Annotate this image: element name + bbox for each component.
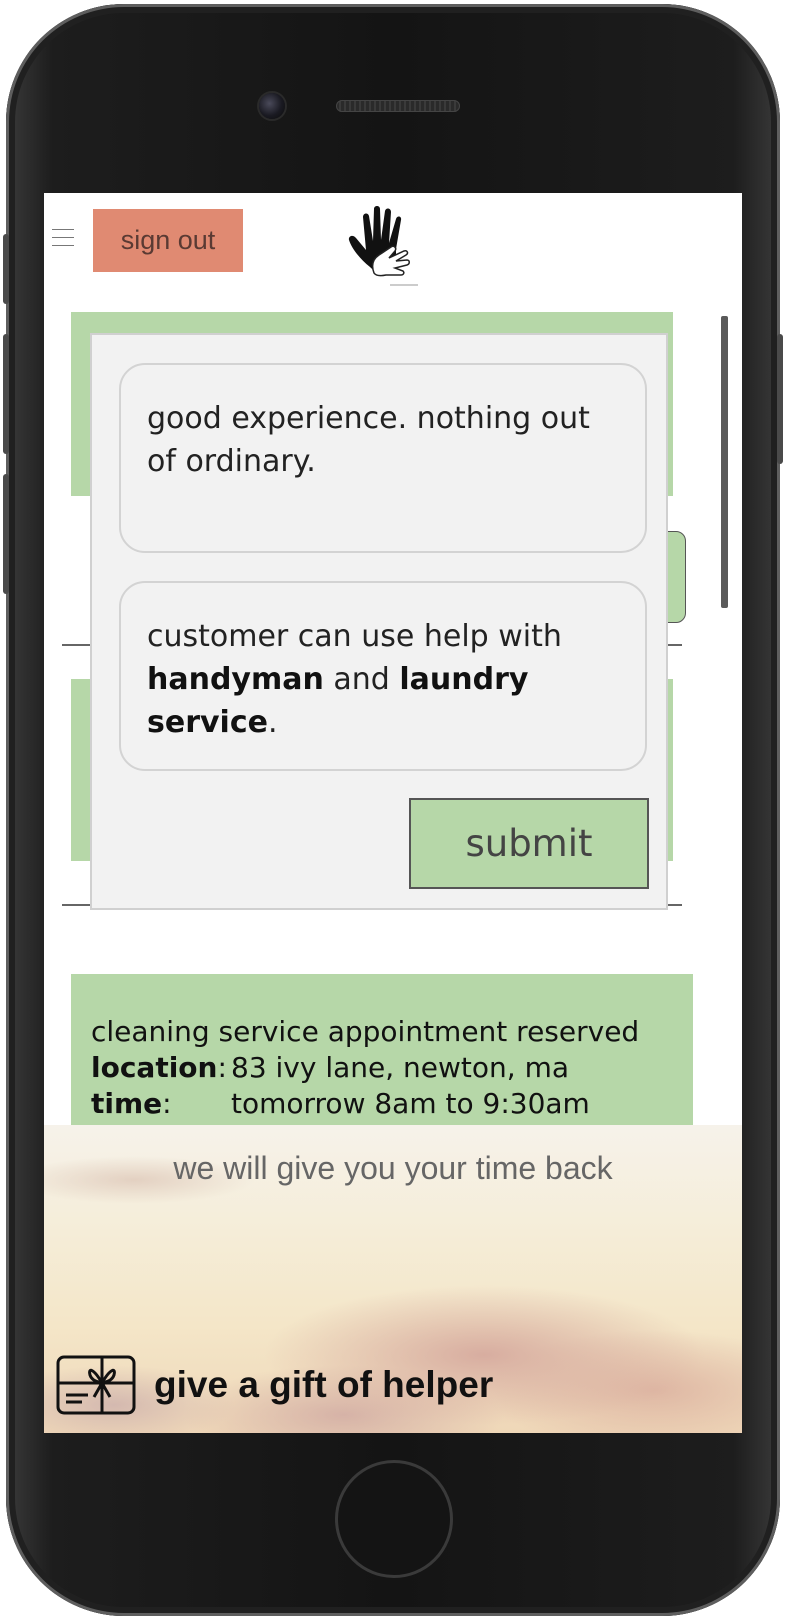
comment-textarea[interactable]: good experience. nothing out of ordinary… [119,363,647,553]
home-button[interactable] [335,1460,453,1578]
label-separator: : [162,1087,172,1120]
appointment-location-row: location: 83 ivy lane, newton, ma [91,1050,673,1086]
hands-logo-icon [348,206,418,286]
note-suffix: . [267,705,278,740]
time-value: tomorrow 8am to 9:30am [231,1087,590,1120]
side-button [3,474,9,594]
service-note-textarea[interactable]: customer can use help with handyman and … [119,581,647,771]
time-label: time [91,1087,163,1120]
location-label: location [91,1051,218,1084]
app-screen: sign out good experience. nothing out of… [44,193,742,1433]
side-button [3,234,9,304]
note-joiner: and [323,662,400,697]
sky-banner: we will give you your time back give a g… [44,1125,742,1433]
appointment-title: cleaning service appointment reserved [91,1015,640,1048]
note-service-handyman: handyman [147,662,324,697]
side-button [777,334,783,464]
front-camera [259,93,285,119]
feedback-modal: good experience. nothing out of ordinary… [90,333,668,910]
note-prefix: customer can use help with [147,619,562,654]
appointment-time-row: time: tomorrow 8am to 9:30am [91,1086,673,1122]
gift-label: give a gift of helper [154,1364,494,1405]
location-value: 83 ivy lane, newton, ma [231,1051,570,1084]
sign-out-button[interactable]: sign out [93,209,243,272]
appointment-card: cleaning service appointment reserved lo… [71,974,693,1134]
earpiece-speaker [336,100,460,112]
gift-link[interactable]: give a gift of helper [56,1355,493,1415]
scrollbar[interactable] [721,316,728,608]
comment-text: good experience. nothing out of ordinary… [147,401,590,479]
label-separator: : [217,1051,227,1084]
hamburger-menu-icon[interactable] [52,229,74,247]
banner-tagline: we will give you your time back [173,1150,613,1186]
side-button [3,334,9,454]
gift-card-icon [56,1355,136,1415]
submit-button[interactable]: submit [409,798,649,889]
